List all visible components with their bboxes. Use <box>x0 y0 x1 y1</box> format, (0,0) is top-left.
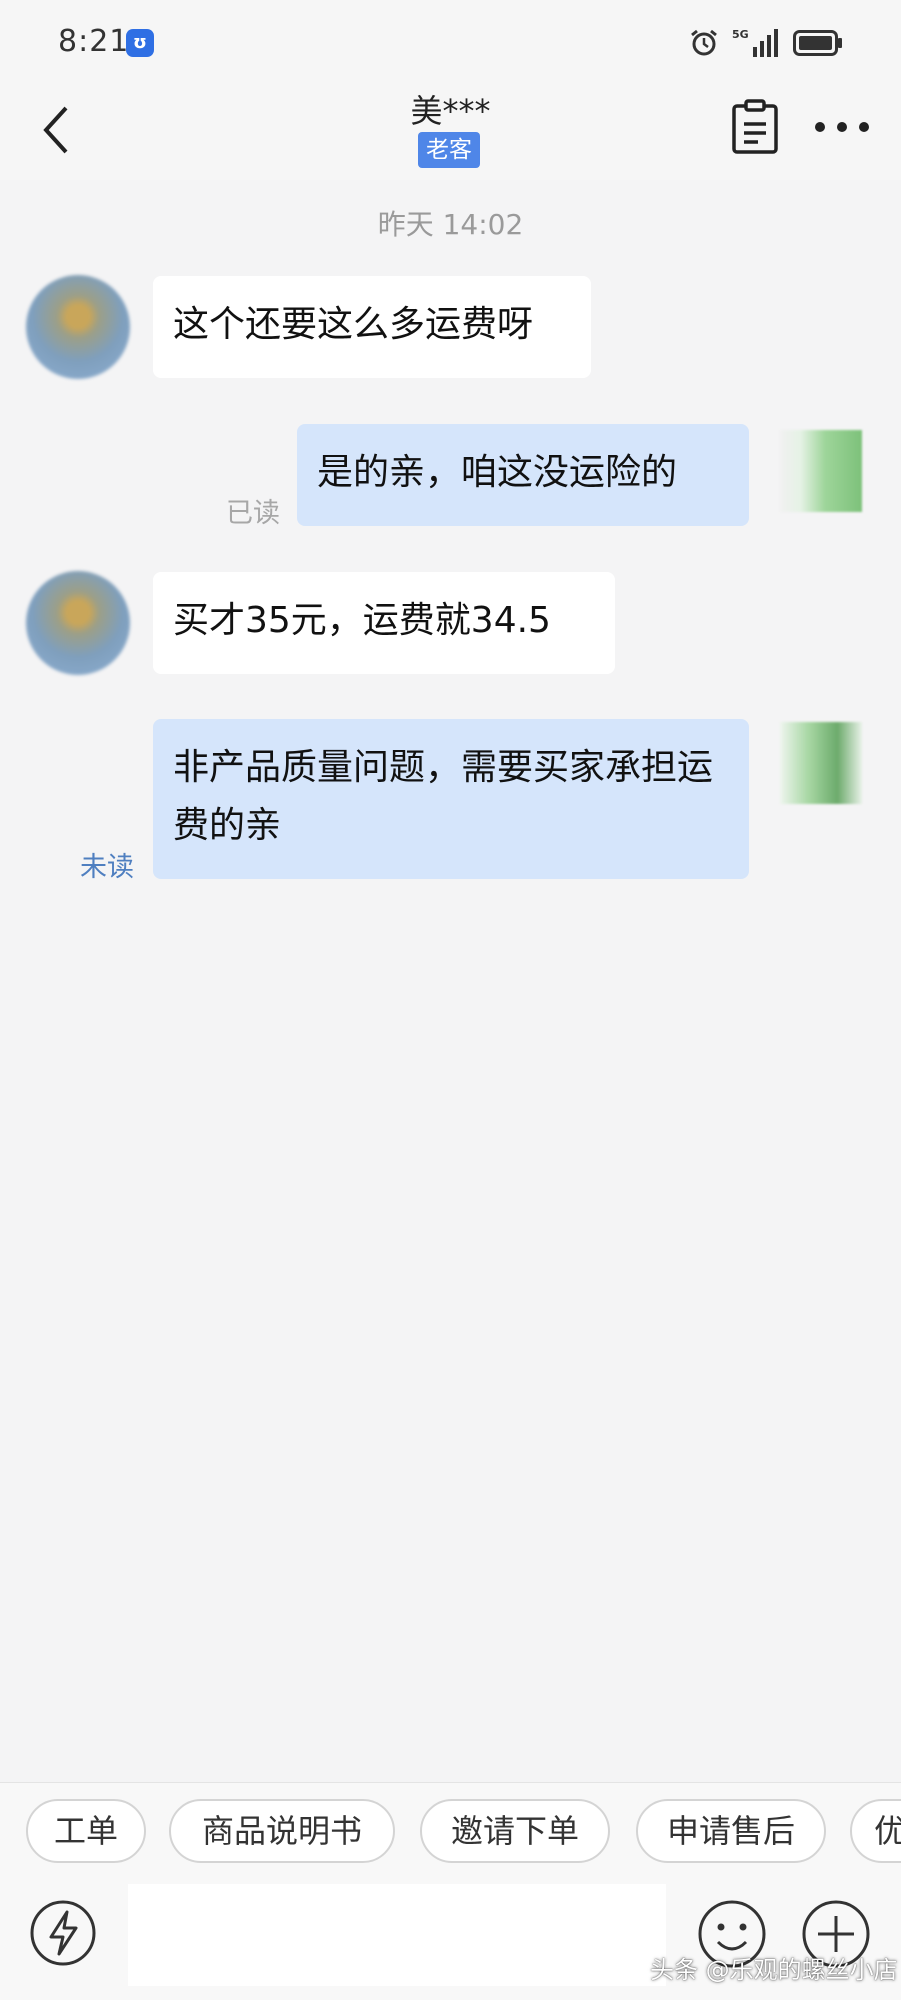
quick-reply-after-sales[interactable]: 申请售后 <box>636 1799 826 1863</box>
notes-icon[interactable] <box>730 98 780 156</box>
customer-avatar[interactable] <box>26 275 130 379</box>
quick-reply-bar: 工单 商品说明书 邀请下单 申请售后 优 <box>0 1782 901 1880</box>
incoming-message[interactable]: 买才35元，运费就34.5 <box>153 572 615 674</box>
incoming-message[interactable]: 这个还要这么多运费呀 <box>153 276 591 378</box>
message-input[interactable] <box>128 1884 666 1986</box>
chat-header: 美*** 老客 <box>0 84 901 180</box>
quick-reply-manual[interactable]: 商品说明书 <box>169 1799 395 1863</box>
message-timestamp: 昨天 14:02 <box>377 208 524 241</box>
quick-reply-invite-order[interactable]: 邀请下单 <box>420 1799 610 1863</box>
status-time: 8:21 <box>58 24 130 59</box>
more-options-icon[interactable] <box>812 112 872 142</box>
battery-icon <box>793 30 842 56</box>
outgoing-message[interactable]: 非产品质量问题，需要买家承担运费的亲 <box>153 719 749 879</box>
my-avatar[interactable] <box>780 430 862 512</box>
watermark: 头条 @乐观的螺丝小店 <box>650 1956 898 1984</box>
outgoing-message[interactable]: 是的亲，咱这没运险的 <box>297 424 749 526</box>
lightning-icon[interactable] <box>28 1898 98 1968</box>
app-notification-icon: ʊ <box>126 29 154 57</box>
status-indicators: 5G <box>689 26 843 60</box>
alarm-icon <box>691 29 717 56</box>
network-label: 5G <box>732 28 749 41</box>
quick-reply-ticket[interactable]: 工单 <box>26 1799 146 1863</box>
customer-tag-badge: 老客 <box>418 132 480 168</box>
quick-reply-coupon[interactable]: 优 <box>850 1799 901 1863</box>
customer-avatar[interactable] <box>26 571 130 675</box>
my-avatar[interactable] <box>780 722 862 804</box>
read-status: 已读 <box>226 498 280 529</box>
status-bar: 8:21 ʊ 5G <box>0 0 901 84</box>
signal-icon: 5G <box>732 28 778 57</box>
unread-status: 未读 <box>80 852 134 883</box>
